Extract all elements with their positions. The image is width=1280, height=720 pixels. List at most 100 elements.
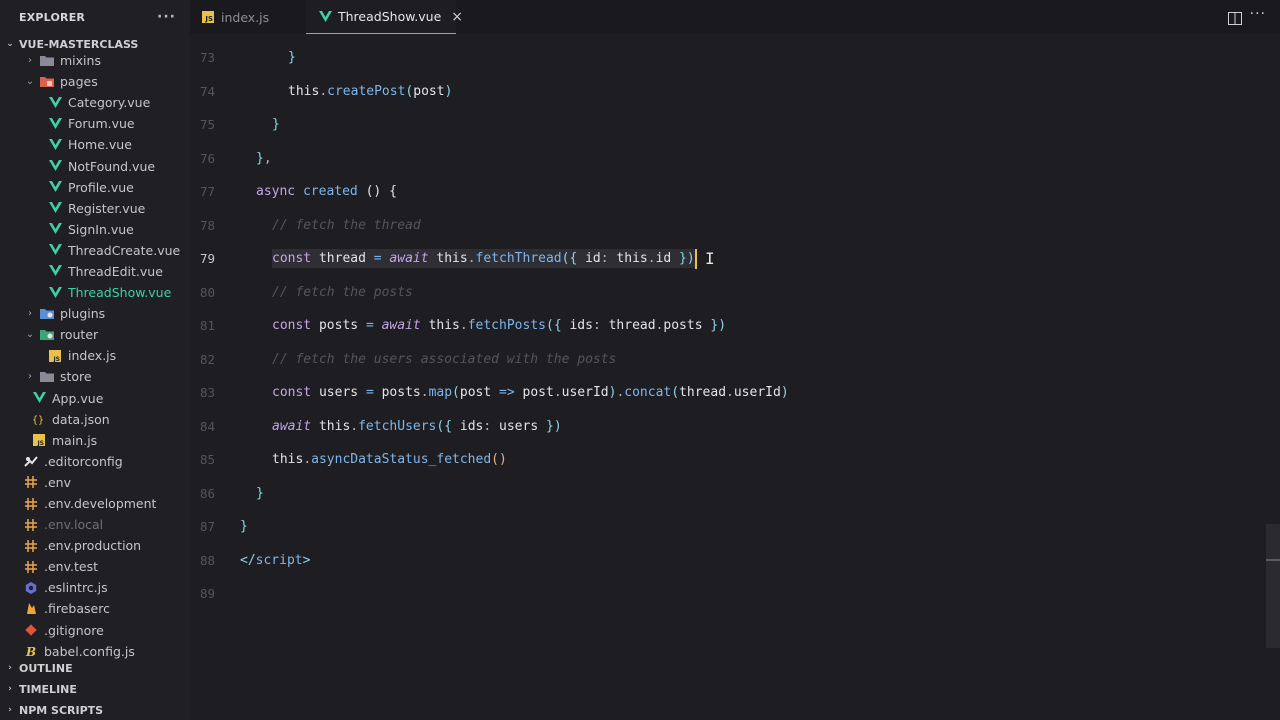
- js-icon: JS: [202, 11, 214, 23]
- sidebar-item-main-js[interactable]: JS main.js: [0, 430, 190, 451]
- code-line[interactable]: 81 const posts = await this.fetchPosts({ …: [190, 309, 1260, 343]
- sidebar-item-label: router: [60, 327, 99, 343]
- sidebar-item-label: NotFound.vue: [68, 158, 156, 174]
- code-token: ids: [459, 418, 484, 434]
- sidebar-item-env-local[interactable]: .env.local: [0, 514, 190, 535]
- code-line[interactable]: 87}: [190, 510, 1260, 544]
- code-token: this: [272, 452, 304, 468]
- sidebar-item-label: .firebaserc: [44, 601, 110, 617]
- code-line[interactable]: 80 // fetch the posts: [190, 276, 1260, 310]
- code-line[interactable]: 84 await this.fetchUsers({ ids: users }): [190, 410, 1260, 444]
- sidebar-item-category-vue[interactable]: Category.vue: [0, 92, 190, 113]
- sidebar-item-router[interactable]: ⌄ router: [0, 324, 190, 345]
- sidebar-item-app-vue[interactable]: App.vue: [0, 388, 190, 409]
- sidebar-item-pages[interactable]: ⌄ pages: [0, 71, 190, 92]
- sidebar-item-data-json[interactable]: {} data.json: [0, 409, 190, 430]
- code-text: }: [240, 519, 248, 534]
- sidebar-item-env[interactable]: .env: [0, 472, 190, 493]
- scrollbar-thumb[interactable]: [1266, 524, 1280, 648]
- sidebar-item-env-test[interactable]: .env.test: [0, 556, 190, 577]
- close-tab-icon[interactable]: ×: [451, 9, 463, 25]
- line-number: 79: [199, 251, 215, 267]
- code-token: ): [553, 418, 562, 434]
- vue-icon: [48, 159, 62, 173]
- vue-icon: [48, 180, 62, 194]
- editorconfig-icon: [24, 454, 38, 468]
- code-text: }: [256, 486, 264, 501]
- code-token: ,: [263, 150, 272, 166]
- sidebar-item-register-vue[interactable]: Register.vue: [0, 198, 190, 219]
- code-line[interactable]: 86}: [190, 477, 1260, 511]
- explorer-sidebar: EXPLORER ··· ⌄ VUE-MASTERCLASS › mixins ⌄ p…: [0, 0, 190, 720]
- vue-icon: [48, 117, 62, 131]
- sidebar-item-plugins[interactable]: › plugins: [0, 303, 190, 324]
- code-line[interactable]: 82 // fetch the users associated with the…: [190, 343, 1260, 377]
- vue-icon: [48, 286, 62, 300]
- tab-threadshow-vue[interactable]: ThreadShow.vue ×: [306, 0, 463, 34]
- code-token: {: [553, 318, 562, 334]
- code-line[interactable]: 78 // fetch the thread: [190, 209, 1260, 243]
- tab-index-js[interactable]: JS index.js: [190, 0, 306, 34]
- sidebar-item-eslintrc-js[interactable]: .eslintrc.js: [0, 577, 190, 598]
- sidebar-item-threadedit-vue[interactable]: ThreadEdit.vue: [0, 261, 190, 282]
- sidebar-item-profile-vue[interactable]: Profile.vue: [0, 177, 190, 198]
- code-text: // fetch the thread: [272, 218, 421, 233]
- sidebar-item-label: Forum.vue: [68, 116, 135, 132]
- sidebar-item-forum-vue[interactable]: Forum.vue: [0, 113, 190, 134]
- sidebar-item-gitignore[interactable]: .gitignore: [0, 620, 190, 641]
- outline-label: OUTLINE: [19, 661, 73, 675]
- code-token: userId: [561, 385, 609, 401]
- editor-tab-bar: JS index.js ThreadShow.vue × ···: [190, 0, 1280, 34]
- code-token: id: [585, 251, 601, 267]
- sidebar-item-env-production[interactable]: .env.production: [0, 535, 190, 556]
- sidebar-item-index-js[interactable]: JS index.js: [0, 345, 190, 366]
- vue-icon: [48, 222, 62, 236]
- code-token: }: [240, 519, 248, 535]
- code-line[interactable]: 74 this.createPost(post): [190, 75, 1260, 109]
- timeline-section[interactable]: › TIMELINE: [0, 679, 190, 699]
- sidebar-item-signin-vue[interactable]: SignIn.vue: [0, 219, 190, 240]
- sidebar-item-notfound-vue[interactable]: NotFound.vue: [0, 155, 190, 176]
- more-actions-icon[interactable]: ···: [1250, 6, 1266, 22]
- code-token: ): [718, 318, 727, 334]
- sidebar-item-editorconfig[interactable]: .editorconfig: [0, 451, 190, 472]
- sidebar-item-threadshow-vue[interactable]: ThreadShow.vue: [0, 282, 190, 303]
- line-number: 81: [199, 318, 215, 334]
- code-token: const: [272, 251, 312, 267]
- code-editor[interactable]: 73} 74 this.createPost(post) 75} 76}, 77 async…: [190, 34, 1280, 720]
- code-line[interactable]: 76},: [190, 142, 1260, 176]
- code-line[interactable]: 83 const users = posts.map(post => post.u…: [190, 376, 1260, 410]
- sidebar-item-home-vue[interactable]: Home.vue: [0, 134, 190, 155]
- vue-icon: [48, 264, 62, 278]
- text-cursor: [694, 248, 697, 269]
- sidebar-item-label: .eslintrc.js: [44, 580, 108, 596]
- vue-icon: [318, 10, 332, 24]
- sidebar-item-mixins[interactable]: › mixins: [0, 50, 190, 71]
- code-token: script: [255, 552, 303, 568]
- code-token: (: [545, 318, 554, 334]
- code-line[interactable]: 77 async created () {: [190, 175, 1260, 209]
- sidebar-item-store[interactable]: › store: [0, 366, 190, 387]
- code-line[interactable]: 79 const thread = await this.fetchThread(…: [190, 242, 1260, 276]
- code-text: // fetch the users associated with the p…: [272, 352, 616, 367]
- code-line[interactable]: 73}: [190, 41, 1260, 75]
- outline-section[interactable]: › OUTLINE: [0, 658, 190, 678]
- sidebar-item-env-development[interactable]: .env.development: [0, 493, 190, 514]
- chevron-right-icon: ›: [8, 705, 12, 715]
- sidebar-item-label: ThreadShow.vue: [68, 285, 172, 301]
- code-line[interactable]: 85 this.asyncDataStatus_fetched(): [190, 443, 1260, 477]
- split-editor-icon[interactable]: [1228, 10, 1242, 29]
- code-token: this: [616, 251, 648, 267]
- npm-scripts-section[interactable]: › NPM SCRIPTS: [0, 700, 190, 720]
- vue-icon: [48, 243, 62, 257]
- code-line[interactable]: 88 </script>: [190, 544, 1260, 578]
- sidebar-item-threadcreate-vue[interactable]: ThreadCreate.vue: [0, 240, 190, 261]
- code-line[interactable]: 75}: [190, 108, 1260, 142]
- sidebar-item-firebaserc[interactable]: .firebaserc: [0, 598, 190, 619]
- more-actions-icon[interactable]: ···: [157, 9, 176, 25]
- code-token: await: [381, 318, 421, 334]
- sidebar-item-label: .gitignore: [44, 622, 104, 638]
- code-line[interactable]: 89: [190, 577, 1260, 611]
